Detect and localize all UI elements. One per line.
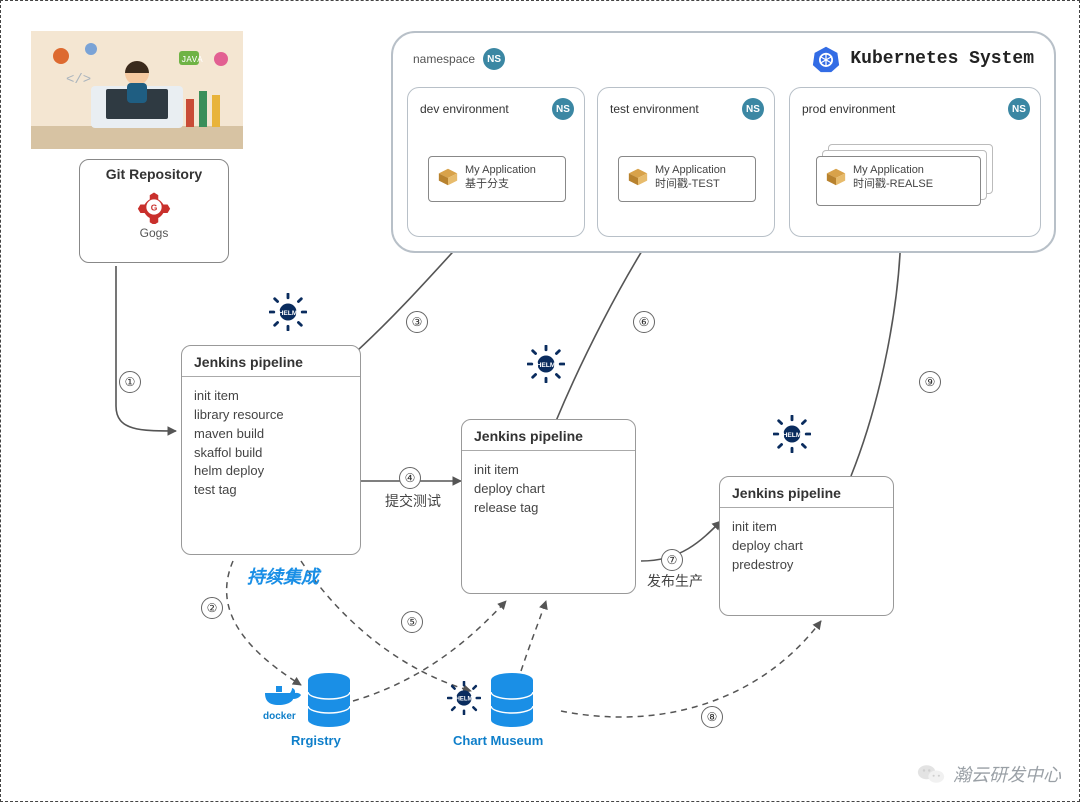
svg-text:JAVA: JAVA — [181, 55, 203, 65]
kubernetes-title: Kubernetes System — [812, 45, 1034, 73]
helm-icon-pipeline-1: HELM — [269, 293, 307, 331]
pipeline-3-title: Jenkins pipeline — [720, 477, 893, 508]
step-label-5: ⑤ — [401, 611, 423, 633]
svg-text:HELM: HELM — [537, 362, 556, 369]
chart-museum-label: Chart Museum — [453, 733, 543, 748]
env-prod-ns-icon: NS — [1008, 98, 1030, 120]
step-label-4: ④ — [399, 467, 421, 489]
env-test-box: test environment NS My Application 时间戳-T… — [597, 87, 775, 237]
pipeline-3-step: predestroy — [732, 556, 881, 575]
svg-text:HELM: HELM — [783, 432, 802, 439]
git-repository-box: Git Repository G Gogs — [79, 159, 229, 263]
step-label-9: ⑨ — [919, 371, 941, 393]
pipeline-2-step: release tag — [474, 499, 623, 518]
kubernetes-title-text: Kubernetes System — [850, 49, 1034, 69]
pipeline-2-step: init item — [474, 461, 623, 480]
footer-brand-text: 瀚云研发中心 — [953, 761, 1061, 787]
app-test: My Application 时间戳-TEST — [618, 156, 756, 202]
svg-text:G: G — [151, 202, 158, 212]
step-label-8: ⑧ — [701, 706, 723, 728]
docker-registry-label: Rrgistry — [291, 733, 341, 748]
git-title: Git Repository — [80, 160, 228, 186]
pipeline-1-box: Jenkins pipeline init item library resou… — [181, 345, 361, 555]
svg-text:HELM: HELM — [456, 697, 473, 703]
env-prod-label: prod environment — [802, 102, 895, 116]
gogs-icon: G — [137, 190, 171, 224]
env-dev-box: dev environment NS My Application 基于分支 — [407, 87, 585, 237]
package-icon — [437, 166, 459, 188]
pipeline-3-step: init item — [732, 518, 881, 537]
docker-registry-icon — [306, 673, 352, 727]
package-icon — [627, 166, 649, 188]
pipeline-2-title: Jenkins pipeline — [462, 420, 635, 451]
app-dev-sub: 基于分支 — [465, 177, 536, 191]
app-prod-title: My Application — [853, 163, 933, 177]
pipeline-3-step: deploy chart — [732, 537, 881, 556]
env-dev-label: dev environment — [420, 102, 509, 116]
helm-icon-pipeline-3: HELM — [773, 415, 811, 453]
pipeline-3-body: init item deploy chart predestroy — [720, 508, 893, 585]
annot-ci-highlight: 持续集成 — [247, 563, 319, 589]
step-label-1: ① — [119, 371, 141, 393]
step-label-3: ③ — [406, 311, 428, 333]
namespace-badge-icon: NS — [483, 48, 505, 70]
step-label-6: ⑥ — [633, 311, 655, 333]
pipeline-2-body: init item deploy chart release tag — [462, 451, 635, 528]
pipeline-1-body: init item library resource maven build s… — [182, 377, 360, 510]
step-label-2: ② — [201, 597, 223, 619]
pipeline-1-title: Jenkins pipeline — [182, 346, 360, 377]
app-dev: My Application 基于分支 — [428, 156, 566, 202]
annot-commit-test: 提交测试 — [385, 491, 441, 511]
pipeline-2-box: Jenkins pipeline init item deploy chart … — [461, 419, 636, 594]
namespace-header: namespace NS — [413, 48, 505, 70]
git-product-label: Gogs — [80, 226, 228, 246]
app-prod-sub: 时间戳-REALSE — [853, 177, 933, 191]
pipeline-1-step: skaffol build — [194, 444, 348, 463]
env-prod-box: prod environment NS My Application 时间戳-R… — [789, 87, 1041, 237]
helm-icon-pipeline-2: HELM — [527, 345, 565, 383]
pipeline-1-step: helm deploy — [194, 462, 348, 481]
env-dev-ns-icon: NS — [552, 98, 574, 120]
docker-product-label: docker — [263, 711, 296, 722]
package-icon — [825, 166, 847, 188]
env-test-label: test environment — [610, 102, 699, 116]
pipeline-1-step: library resource — [194, 406, 348, 425]
app-dev-title: My Application — [465, 163, 536, 177]
step-label-7: ⑦ — [661, 549, 683, 571]
svg-text:HELM: HELM — [279, 310, 298, 317]
chart-museum-icon — [489, 673, 535, 727]
namespace-label: namespace — [413, 52, 475, 66]
pipeline-1-step: maven build — [194, 425, 348, 444]
diagram-canvas: </> JAVA Git Repository G Gogs nam — [0, 0, 1080, 802]
pipeline-2-step: deploy chart — [474, 480, 623, 499]
app-test-title: My Application — [655, 163, 726, 177]
pipeline-1-step: test tag — [194, 481, 348, 500]
env-test-ns-icon: NS — [742, 98, 764, 120]
wechat-icon — [917, 762, 945, 786]
kubernetes-system-box: namespace NS Kubernetes System — [391, 31, 1056, 253]
developer-illustration: </> JAVA — [31, 31, 243, 149]
helm-icon-chart-museum: HELM — [447, 681, 481, 715]
pipeline-1-step: init item — [194, 387, 348, 406]
svg-text:</>: </> — [66, 72, 91, 88]
pipeline-3-box: Jenkins pipeline init item deploy chart … — [719, 476, 894, 616]
kubernetes-icon — [812, 45, 840, 73]
app-test-sub: 时间戳-TEST — [655, 177, 726, 191]
annot-publish-prod: 发布生产 — [647, 571, 703, 591]
docker-whale-icon — [263, 681, 303, 709]
footer-brand: 瀚云研发中心 — [917, 761, 1061, 787]
app-prod: My Application 时间戳-REALSE — [816, 156, 981, 206]
